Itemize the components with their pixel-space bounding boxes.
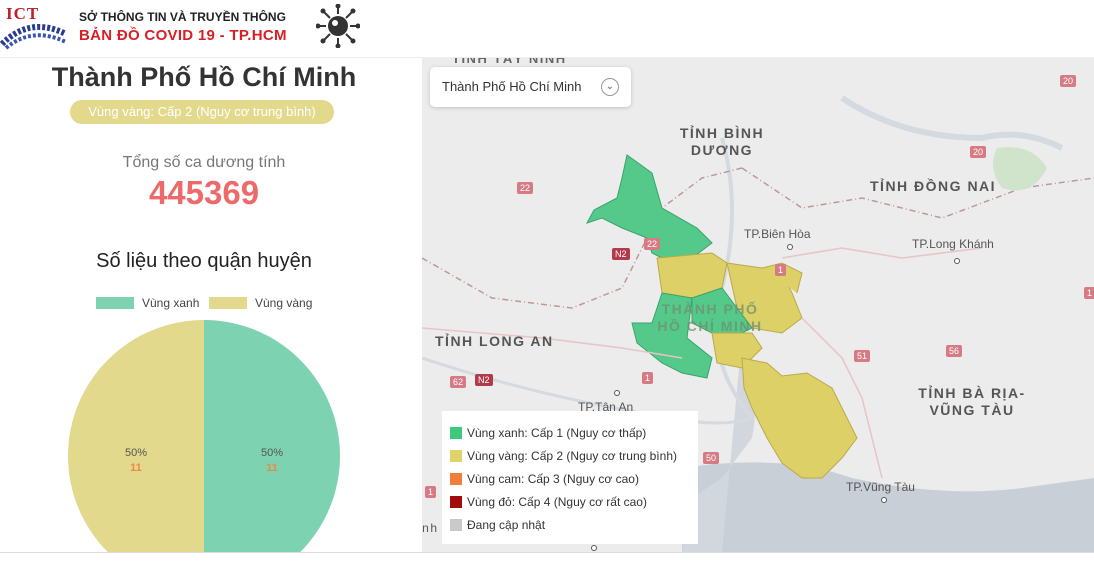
pie-label-yellow-percent: 50% bbox=[125, 447, 147, 459]
road-marker: 1 bbox=[642, 372, 654, 384]
city-selector-value: Thành Phố Hồ Chí Minh bbox=[442, 79, 582, 94]
legend-swatch-green bbox=[96, 297, 134, 309]
region-label-dong-nai: TỈNH ĐỒNG NAI bbox=[870, 178, 997, 194]
road-marker: 51 bbox=[854, 350, 871, 362]
chart-legend-yellow[interactable]: Vùng vàng bbox=[209, 296, 312, 310]
map-legend-item[interactable]: Vùng đỏ: Cấp 4 (Nguy cơ rất cao) bbox=[450, 490, 690, 513]
pie-slice-green[interactable] bbox=[204, 320, 340, 564]
district-pie-chart: 50% 11 50% 11 bbox=[68, 320, 340, 564]
pie-label-green-percent: 50% bbox=[261, 447, 283, 459]
org-name: SỞ THÔNG TIN VÀ TRUYỀN THÔNG bbox=[79, 10, 286, 24]
road-marker: 20 bbox=[1060, 75, 1077, 87]
road-marker: N2 bbox=[612, 248, 630, 260]
map-legend: Vùng xanh: Cấp 1 (Nguy cơ thấp) Vùng vàn… bbox=[442, 411, 698, 544]
road-marker: 1 bbox=[1084, 287, 1094, 299]
city-label-vung-tau: TP.Vũng Tàu bbox=[846, 480, 915, 494]
virus-icon bbox=[316, 4, 360, 48]
district-stats-title: Số liệu theo quận huyện bbox=[96, 250, 312, 272]
map-legend-label: Vùng đỏ: Cấp 4 (Nguy cơ rất cao) bbox=[467, 494, 647, 509]
city-dot-tan-an bbox=[614, 390, 620, 396]
road-marker: 1 bbox=[775, 264, 787, 276]
region-label-long-an: TỈNH LONG AN bbox=[435, 333, 554, 349]
city-dot-vung-tau bbox=[881, 497, 887, 503]
map-legend-label: Đang cập nhật bbox=[467, 517, 546, 532]
road-marker: 56 bbox=[946, 345, 963, 357]
page-title: BẢN ĐỒ COVID 19 - TP.HCM bbox=[79, 27, 287, 44]
total-cases-value: 445369 bbox=[148, 174, 260, 211]
road-marker: 20 bbox=[970, 146, 987, 158]
city-dot-bien-hoa bbox=[787, 244, 793, 250]
map-legend-label: Vùng vàng: Cấp 2 (Nguy cơ trung bình) bbox=[467, 448, 677, 463]
map-legend-item[interactable]: Vùng vàng: Cấp 2 (Nguy cơ trung bình) bbox=[450, 444, 690, 467]
city-label-bien-hoa: TP.Biên Hòa bbox=[744, 227, 811, 241]
summary-panel: Thành Phố Hồ Chí Minh Vùng vàng: Cấp 2 (… bbox=[0, 58, 422, 564]
map-legend-label: Vùng xanh: Cấp 1 (Nguy cơ thấp) bbox=[467, 425, 647, 440]
road-marker: 62 bbox=[450, 376, 467, 388]
pie-label-yellow-count: 11 bbox=[130, 462, 142, 474]
zone-badge: Vùng vàng: Cấp 2 (Nguy cơ trung bình) bbox=[70, 100, 334, 124]
road-marker: 1 bbox=[425, 486, 437, 498]
legend-label-yellow: Vùng vàng bbox=[255, 296, 313, 310]
city-label-long-khanh: TP.Long Khánh bbox=[912, 237, 994, 251]
covid-map[interactable]: TỈNH TÂY NINH TỈNH BÌNH DƯƠNG TỈNH ĐỒNG … bbox=[422, 58, 1094, 552]
road-marker: 22 bbox=[644, 238, 661, 250]
legend-swatch-grey bbox=[450, 518, 462, 531]
chart-legend-green[interactable]: Vùng xanh bbox=[96, 296, 199, 310]
legend-swatch-green bbox=[450, 426, 462, 439]
map-legend-item[interactable]: Vùng xanh: Cấp 1 (Nguy cơ thấp) bbox=[450, 421, 690, 444]
city-dot-long-khanh bbox=[954, 258, 960, 264]
app-header: ICT SỞ THÔNG TIN VÀ TRUYỀN THÔNG BẢN ĐỒ … bbox=[0, 0, 1094, 58]
road-marker: 22 bbox=[517, 182, 534, 194]
ict-logo[interactable]: ICT bbox=[0, 4, 70, 50]
road-marker: N2 bbox=[475, 374, 493, 386]
legend-swatch-orange bbox=[450, 472, 462, 485]
region-label-hcm: THÀNH PHỐ HỒ CHÍ MINH bbox=[657, 301, 763, 334]
chevron-down-icon[interactable]: ⌄ bbox=[601, 78, 619, 96]
region-label-binh-duong: TỈNH BÌNH DƯƠNG bbox=[679, 125, 765, 158]
district-can-gio[interactable] bbox=[741, 357, 858, 479]
pie-label-green-count: 11 bbox=[266, 462, 278, 474]
map-legend-item[interactable]: Đang cập nhật bbox=[450, 513, 690, 536]
legend-swatch-yellow bbox=[450, 449, 462, 462]
bottom-bar bbox=[0, 552, 1094, 564]
total-cases-label: Tổng số ca dương tính bbox=[122, 154, 286, 171]
ict-globe-icon bbox=[0, 24, 68, 50]
region-label-ba-ria: TỈNH BÀ RỊA- VŨNG TÀU bbox=[918, 385, 1026, 418]
city-dot-partial bbox=[591, 545, 597, 551]
map-legend-label: Vùng cam: Cấp 3 (Nguy cơ cao) bbox=[467, 471, 639, 486]
city-selector[interactable]: Thành Phố Hồ Chí Minh ⌄ bbox=[430, 67, 631, 107]
legend-swatch-yellow bbox=[209, 297, 247, 309]
road-marker: 50 bbox=[703, 452, 720, 464]
map-legend-item[interactable]: Vùng cam: Cấp 3 (Nguy cơ cao) bbox=[450, 467, 690, 490]
legend-label-green: Vùng xanh bbox=[142, 296, 200, 310]
pie-slice-yellow[interactable] bbox=[68, 320, 204, 564]
city-name: Thành Phố Hồ Chí Minh bbox=[51, 62, 357, 92]
legend-swatch-red bbox=[450, 495, 462, 508]
